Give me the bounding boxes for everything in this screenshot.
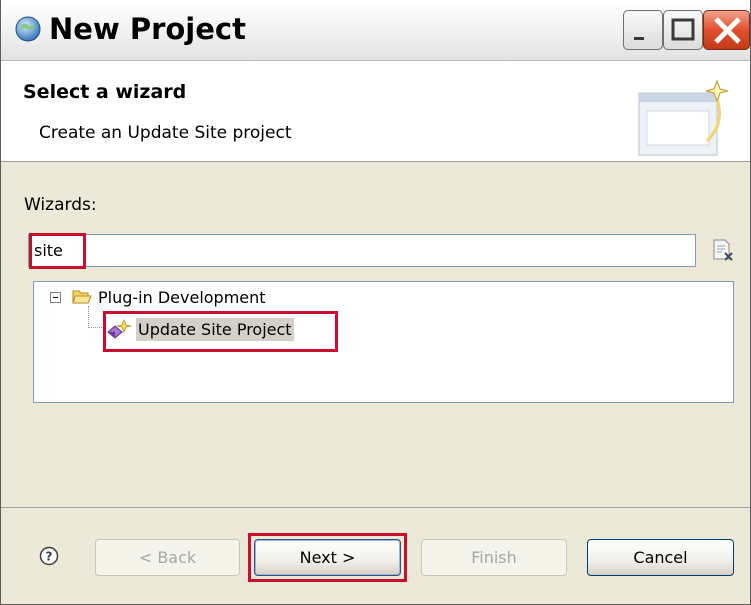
eclipse-globe-icon xyxy=(15,16,41,42)
help-icon[interactable]: ? xyxy=(39,546,59,566)
new-wizard-graphic-icon xyxy=(638,79,729,156)
clear-filter-icon[interactable] xyxy=(709,237,735,263)
cancel-button[interactable]: Cancel xyxy=(587,539,734,576)
wizard-filter-input[interactable] xyxy=(28,234,696,267)
title-bar[interactable]: New Project xyxy=(1,0,750,61)
maximize-icon xyxy=(671,18,695,41)
tree-node-label: Plug-in Development xyxy=(98,288,266,307)
banner-description: Create an Update Site project xyxy=(39,123,292,143)
minimize-icon xyxy=(634,37,644,40)
tree-connector xyxy=(88,306,89,328)
wizards-label: Wizards: xyxy=(24,195,97,215)
collapse-icon[interactable] xyxy=(50,292,61,303)
wizard-banner: Select a wizard Create an Update Site pr… xyxy=(1,61,750,162)
banner-title: Select a wizard xyxy=(23,81,187,103)
finish-button[interactable]: Finish xyxy=(421,539,567,576)
wizard-filter-text[interactable] xyxy=(34,235,634,266)
footer-divider xyxy=(1,507,750,508)
next-highlight-box xyxy=(248,533,407,582)
minimize-button[interactable] xyxy=(623,10,663,50)
close-icon xyxy=(714,17,741,44)
selection-highlight-box xyxy=(103,311,338,352)
close-button[interactable] xyxy=(703,10,750,50)
svg-text:?: ? xyxy=(46,550,53,564)
new-project-dialog: New Project Select a wizard Create an Up… xyxy=(0,0,751,605)
back-button[interactable]: < Back xyxy=(95,539,240,576)
maximize-button[interactable] xyxy=(663,10,703,50)
filter-highlight-box xyxy=(29,233,86,269)
window-title: New Project xyxy=(49,12,246,46)
folder-open-icon xyxy=(72,290,92,304)
